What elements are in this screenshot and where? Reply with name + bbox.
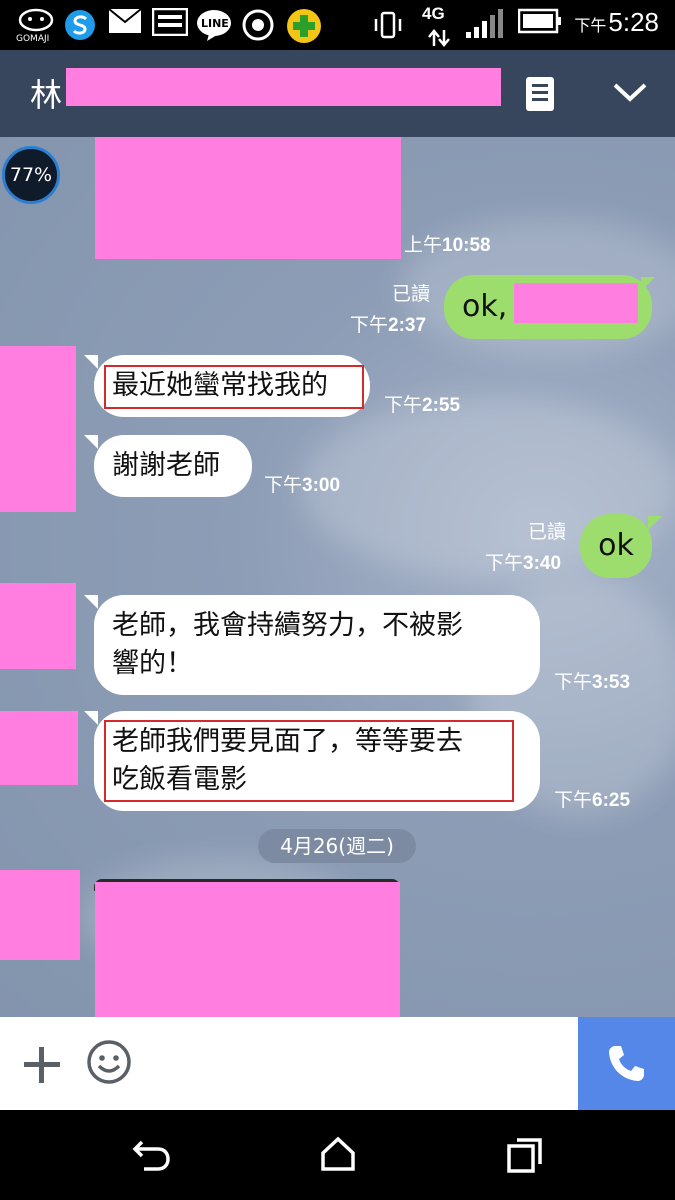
message-text-line: 老師，我會持續努力，不被影	[112, 610, 463, 641]
privacy-mask	[95, 882, 400, 1017]
message-time: 下午3:40	[485, 553, 562, 574]
phone-icon	[609, 1046, 644, 1081]
bubble-tail	[641, 277, 655, 291]
notes-icon[interactable]	[526, 77, 554, 111]
avatar[interactable]	[0, 870, 80, 960]
avatar[interactable]	[0, 346, 76, 512]
battery-icon	[516, 8, 564, 45]
clock-prefix: 下午	[574, 18, 607, 35]
gallery-icon	[150, 7, 190, 47]
read-receipt: 已讀	[392, 283, 431, 305]
their-message-bubble[interactable]: 謝謝老師	[94, 435, 252, 497]
vibrate-icon	[370, 8, 406, 53]
chevron-down-icon[interactable]	[612, 77, 648, 107]
line-label: LINE	[201, 17, 229, 30]
navigation-bar	[0, 1110, 675, 1200]
my-message-bubble[interactable]: ok	[580, 514, 652, 578]
read-receipt: 已讀	[528, 521, 567, 543]
message-text: 謝謝老師	[112, 450, 220, 481]
call-button[interactable]	[578, 1017, 675, 1110]
message-time: 上午10:58	[404, 235, 491, 256]
their-message-bubble[interactable]: 老師，我會持續努力，不被影 響的！	[94, 595, 540, 695]
home-icon[interactable]	[320, 1136, 356, 1172]
line-icon: LINE	[194, 8, 234, 53]
bubble-tail	[84, 711, 98, 725]
message-text-line: 響的！	[112, 648, 193, 679]
avatar[interactable]	[0, 583, 76, 669]
chat-header: 林	[0, 50, 675, 137]
status-bar: GOMAJI LINE 4G 下午5:28	[0, 0, 675, 50]
message-text: ok,	[462, 289, 508, 324]
clock: 下午5:28	[574, 7, 659, 38]
date-separator: 4月26(週二)	[258, 829, 416, 863]
chat-area[interactable]: 77% 上午10:58 已讀 下午2:37 ok, 最近她蠻常找我的 下午2:5…	[0, 137, 675, 1017]
back-icon[interactable]	[132, 1138, 172, 1172]
gomaji-label: GOMAJI	[16, 34, 50, 44]
emoji-icon[interactable]	[86, 1039, 132, 1085]
recents-icon[interactable]	[506, 1136, 544, 1174]
bubble-tail	[84, 355, 98, 369]
bubble-tail	[84, 435, 98, 449]
message-time: 下午3:53	[554, 672, 631, 693]
privacy-mask	[514, 283, 638, 323]
battery-saver-badge[interactable]: 77%	[2, 146, 60, 204]
chat-title[interactable]: 林	[30, 70, 62, 116]
bubble-tail	[84, 595, 98, 609]
message-time: 下午6:25	[554, 790, 631, 811]
privacy-mask	[66, 68, 501, 106]
privacy-mask	[95, 137, 401, 259]
mail-icon	[106, 8, 144, 45]
message-time: 下午3:00	[264, 475, 341, 496]
network-label: 4G	[422, 4, 445, 23]
message-text: ok	[598, 528, 634, 563]
message-time: 下午2:55	[384, 395, 461, 416]
plus-app-icon	[284, 8, 324, 55]
highlight-box	[104, 365, 364, 409]
highlight-box	[104, 720, 514, 802]
signal-icon	[462, 8, 506, 51]
bubble-tail	[648, 516, 662, 530]
s-icon	[62, 8, 98, 53]
plus-icon[interactable]	[22, 1045, 62, 1085]
clock-time: 5:28	[608, 7, 659, 37]
input-bar	[0, 1017, 675, 1110]
record-icon	[240, 8, 276, 53]
avatar[interactable]	[0, 711, 78, 785]
message-time: 下午2:37	[350, 315, 427, 336]
